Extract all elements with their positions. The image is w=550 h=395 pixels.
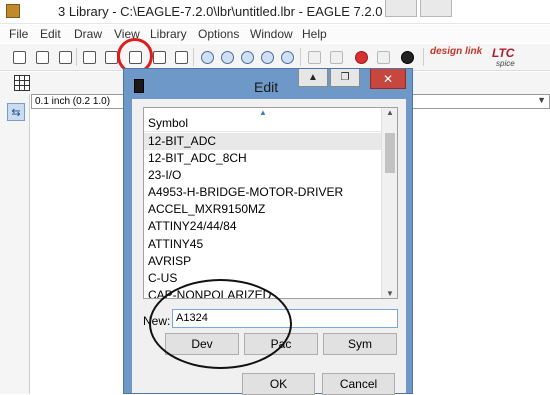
print-icon[interactable] [56, 48, 74, 66]
zoom-fit-icon[interactable] [198, 48, 216, 66]
list-item[interactable]: 23-I/O [144, 167, 384, 184]
grid-icon[interactable] [14, 75, 30, 91]
dialog-close-button[interactable]: ✕ [370, 69, 406, 89]
list-item[interactable]: 12-BIT_ADC_8CH [144, 150, 384, 167]
list-item[interactable]: AVRISP [144, 253, 384, 270]
dialog-up-button[interactable]: ▲ [298, 69, 328, 87]
menu-edit[interactable]: Edit [40, 27, 61, 41]
menu-help[interactable]: Help [302, 27, 327, 41]
toolbar-separator [76, 48, 77, 66]
sym-button[interactable]: Sym [323, 333, 397, 355]
menu-file[interactable]: File [9, 27, 28, 41]
zoom-out-icon[interactable] [238, 48, 256, 66]
zoom-in-icon[interactable] [218, 48, 236, 66]
list-item[interactable]: ATTINY45 [144, 236, 384, 253]
chevron-down-icon[interactable]: ▼ [537, 95, 546, 105]
list-item[interactable]: ATTINY24/44/84 [144, 218, 384, 235]
restore-button[interactable] [420, 0, 452, 17]
list-scrollbar[interactable]: ▲ ▼ [381, 108, 397, 298]
info-tool-icon[interactable]: ⇆ [7, 103, 25, 121]
symbol-list: 12-BIT_ADC 12-BIT_ADC_8CH 23-I/O A4953-H… [144, 133, 384, 298]
help-icon[interactable] [398, 48, 416, 66]
scroll-down-icon[interactable]: ▼ [386, 289, 394, 298]
save-icon[interactable] [33, 48, 51, 66]
stop-icon[interactable] [352, 48, 370, 66]
dialog-title: Edit [254, 79, 279, 95]
scrollbar-thumb[interactable] [385, 133, 395, 173]
menu-library[interactable]: Library [150, 27, 187, 41]
list-item[interactable]: ACCEL_MXR9150MZ [144, 201, 384, 218]
sort-ascending-icon: ▲ [259, 108, 267, 117]
eagle-app-icon [6, 4, 20, 18]
command-line-input[interactable]: ▼ [404, 94, 550, 109]
design-link-logo[interactable]: design link [430, 47, 482, 57]
list-item[interactable]: C-US [144, 270, 384, 287]
list-item[interactable]: A4953-H-BRIDGE-MOTOR-DRIVER [144, 184, 384, 201]
list-item[interactable]: 12-BIT_ADC [144, 133, 384, 151]
redo-icon[interactable] [327, 48, 345, 66]
dialog-restore-button[interactable]: ❐ [330, 69, 360, 87]
zoom-redraw-icon[interactable] [258, 48, 276, 66]
cancel-button[interactable]: Cancel [322, 373, 395, 395]
undo-icon[interactable] [305, 48, 323, 66]
column-header-symbol[interactable]: Symbol [148, 116, 188, 130]
toolbar-separator [193, 48, 194, 66]
window-title: 3 Library - C:\EAGLE-7.2.0\lbr\untitled.… [58, 4, 397, 19]
window-icon[interactable] [172, 48, 190, 66]
main-titlebar: 3 Library - C:\EAGLE-7.2.0\lbr\untitled.… [0, 0, 550, 24]
toolbar-separator [423, 48, 424, 66]
symbol-listbox[interactable]: ▲ Symbol 12-BIT_ADC 12-BIT_ADC_8CH 23-I/… [143, 107, 398, 299]
ltc-spice-label: spice [496, 59, 515, 68]
go-icon[interactable] [374, 48, 392, 66]
menubar: File Edit Draw View Library Options Wind… [0, 25, 550, 43]
cam-icon[interactable] [80, 48, 98, 66]
toolbar-separator [300, 48, 301, 66]
menu-draw[interactable]: Draw [74, 27, 102, 41]
main-toolbar: design link LTC spice [0, 44, 550, 71]
ok-button[interactable]: OK [242, 373, 315, 395]
command-panel: ⇆ [0, 94, 30, 394]
dialog-app-icon [134, 79, 144, 93]
scroll-up-icon[interactable]: ▲ [386, 108, 394, 117]
highlight-ellipse [149, 279, 292, 369]
ltc-logo[interactable]: LTC [492, 46, 514, 60]
open-icon[interactable] [10, 48, 28, 66]
minimize-button[interactable] [385, 0, 417, 17]
zoom-select-icon[interactable] [278, 48, 296, 66]
list-header[interactable]: ▲ Symbol [144, 108, 384, 132]
menu-options[interactable]: Options [198, 27, 239, 41]
menu-window[interactable]: Window [250, 27, 293, 41]
